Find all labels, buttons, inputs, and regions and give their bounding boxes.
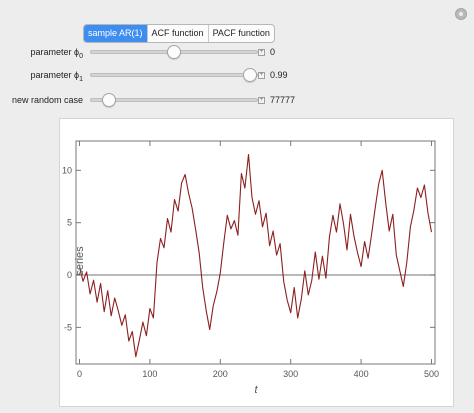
phi0-slider-thumb[interactable] — [167, 45, 181, 59]
phi1-slider-track[interactable] — [90, 73, 258, 77]
tab-acf-function[interactable]: ACF function — [146, 25, 208, 42]
y-axis-label: series — [74, 246, 86, 276]
random-case-slider-thumb[interactable] — [102, 93, 117, 107]
plus-icon[interactable]: + — [258, 72, 265, 79]
tab-bar: sample AR(1) ACF function PACF function — [83, 24, 275, 43]
time-series-chart: 0 100 200 300 400 500 -5 0 5 10 series t — [62, 140, 439, 396]
y-tick-label: 0 — [67, 270, 72, 280]
gear-icon[interactable] — [455, 8, 467, 20]
x-tick-label: 300 — [283, 369, 298, 379]
plus-icon[interactable]: + — [258, 97, 265, 104]
series-line — [78, 154, 433, 358]
plus-icon[interactable]: + — [258, 49, 265, 56]
phi1-slider-thumb[interactable] — [243, 68, 258, 82]
x-tick-label: 500 — [424, 369, 439, 379]
phi1-value: 0.99 — [270, 70, 288, 80]
random-case-label: new random case — [11, 95, 83, 105]
x-tick-label: 400 — [354, 369, 369, 379]
x-tick-label: 100 — [142, 369, 157, 379]
plot-panel: 0 100 200 300 400 500 -5 0 5 10 series t — [59, 118, 454, 407]
y-tick-label: 5 — [67, 218, 72, 228]
random-case-value: 77777 — [270, 95, 296, 105]
y-tick-label: 10 — [62, 165, 72, 175]
tab-sample-ar1[interactable]: sample AR(1) — [84, 25, 147, 42]
x-tick-label: 200 — [213, 369, 228, 379]
x-tick-label: 0 — [77, 369, 82, 379]
tab-pacf-function[interactable]: PACF function — [207, 25, 274, 42]
phi0-label: parameter ϕ0 — [30, 47, 83, 60]
y-tick-label: -5 — [64, 322, 72, 332]
x-axis-label: t — [254, 384, 258, 396]
phi1-label: parameter ϕ1 — [30, 70, 83, 83]
phi0-value: 0 — [270, 47, 276, 57]
